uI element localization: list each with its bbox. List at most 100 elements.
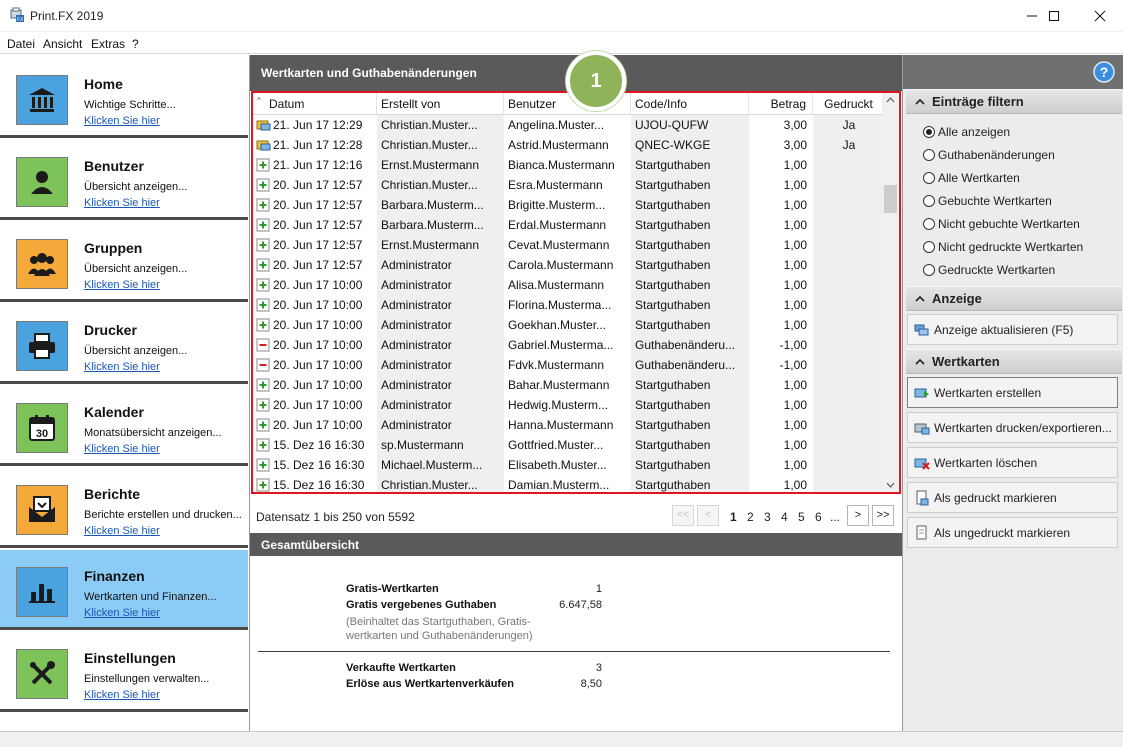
column-header-gedruckt[interactable]: Gedruckt <box>813 93 885 115</box>
table-row[interactable]: 20. Jun 17 12:57 Ernst.Mustermann Cevat.Mu… <box>253 235 885 255</box>
status-bar <box>0 731 1123 747</box>
table-row[interactable]: 20. Jun 17 10:00 Administrator Gabriel.Mus… <box>253 335 885 355</box>
filter-label: Alle Wertkarten <box>938 171 1020 185</box>
nav-link[interactable]: Klicken Sie hier <box>84 197 160 209</box>
scroll-up-icon[interactable] <box>882 93 899 107</box>
mark-printed-button[interactable]: Als gedruckt markieren <box>907 482 1118 513</box>
page-link-6[interactable]: 6 <box>815 510 822 524</box>
page-link-3[interactable]: 3 <box>764 510 771 524</box>
table-row[interactable]: 21. Jun 17 12:16 Ernst.Mustermann Bianca.M… <box>253 155 885 175</box>
menu-help[interactable]: ? <box>132 37 139 51</box>
wertkarten-section-header[interactable]: Wertkarten <box>906 349 1122 374</box>
nav-link[interactable]: Klicken Sie hier <box>84 279 160 291</box>
scrollbar-thumb[interactable] <box>884 185 897 213</box>
page-link-4[interactable]: 4 <box>781 510 788 524</box>
transactions-grid[interactable]: ^ Datum Erstellt von Benutzer Code/Info … <box>251 91 901 494</box>
column-header-datum[interactable]: ^ Datum <box>253 93 377 115</box>
radio-button[interactable] <box>923 264 935 276</box>
nav-link[interactable]: Klicken Sie hier <box>84 115 160 127</box>
column-header-betrag[interactable]: Betrag <box>749 93 813 115</box>
radio-button[interactable] <box>923 126 935 138</box>
vertical-scrollbar[interactable] <box>882 93 899 492</box>
close-button[interactable] <box>1077 0 1123 31</box>
nav-item-einstellungen[interactable]: Einstellungen Einstellungen verwalten... K… <box>0 632 248 712</box>
nav-item-benutzer[interactable]: Benutzer Übersicht anzeigen... Klicken Sie… <box>0 140 248 220</box>
menu-datei[interactable]: Datei <box>7 37 35 51</box>
table-row[interactable]: 20. Jun 17 12:57 Christian.Muster... Esra.… <box>253 175 885 195</box>
nav-link[interactable]: Klicken Sie hier <box>84 361 160 373</box>
table-row[interactable]: 21. Jun 17 12:29 Christian.Muster... Angel… <box>253 115 885 135</box>
table-row[interactable]: 20. Jun 17 10:00 Administrator Hanna.Muste… <box>253 415 885 435</box>
column-label: Erstellt von <box>381 97 441 111</box>
scroll-down-icon[interactable] <box>882 478 899 492</box>
left-navigation: Home Wichtige Schritte... Klicken Sie hier… <box>0 55 250 731</box>
radio-button[interactable] <box>923 241 935 253</box>
nav-item-gruppen[interactable]: Gruppen Übersicht anzeigen... Klicken Sie … <box>0 222 248 302</box>
table-row[interactable]: 21. Jun 17 12:28 Christian.Muster... Astri… <box>253 135 885 155</box>
page-ellipsis[interactable]: ... <box>830 510 840 524</box>
cell-betrag: 1,00 <box>783 458 807 472</box>
radio-button[interactable] <box>923 172 935 184</box>
nav-item-home[interactable]: Home Wichtige Schritte... Klicken Sie hier <box>0 58 248 138</box>
nav-link[interactable]: Klicken Sie hier <box>84 443 160 455</box>
filter-radio-6[interactable]: Nicht gedruckte Wertkarten <box>923 238 1083 256</box>
cell-benutzer: Alisa.Mustermann <box>508 278 605 292</box>
filter-label: Guthabenänderungen <box>938 148 1055 162</box>
table-row[interactable]: 20. Jun 17 10:00 Administrator Alisa.Muste… <box>253 275 885 295</box>
filter-radio-1[interactable]: Alle anzeigen <box>923 123 1010 141</box>
refresh-button[interactable]: Anzeige aktualisieren (F5) <box>907 314 1118 345</box>
table-row[interactable]: 20. Jun 17 10:00 Administrator Goekhan.Mus… <box>253 315 885 335</box>
mark-unprinted-button[interactable]: Als ungedruckt markieren <box>907 517 1118 548</box>
table-row[interactable]: 15. Dez 16 16:30 Christian.Muster... Damia… <box>253 475 885 492</box>
nav-link[interactable]: Klicken Sie hier <box>84 525 160 537</box>
filter-radio-2[interactable]: Guthabenänderungen <box>923 146 1055 164</box>
radio-button[interactable] <box>923 195 935 207</box>
cell-datum: 20. Jun 17 10:00 <box>273 298 363 312</box>
filter-section-header[interactable]: Einträge filtern <box>906 89 1122 114</box>
table-row[interactable]: 15. Dez 16 16:30 sp.Mustermann Gottfried.M… <box>253 435 885 455</box>
table-row[interactable]: 20. Jun 17 10:00 Administrator Hedwig.Must… <box>253 395 885 415</box>
page-link-1[interactable]: 1 <box>730 510 737 524</box>
filter-radio-3[interactable]: Alle Wertkarten <box>923 169 1020 187</box>
radio-button[interactable] <box>923 218 935 230</box>
column-header-erstellt-von[interactable]: Erstellt von <box>377 93 504 115</box>
filter-radio-4[interactable]: Gebuchte Wertkarten <box>923 192 1052 210</box>
cell-gedruckt <box>813 375 885 395</box>
last-page-button[interactable]: >> <box>872 505 894 526</box>
nav-link[interactable]: Klicken Sie hier <box>84 689 160 701</box>
table-row[interactable]: 20. Jun 17 10:00 Administrator Fdvk.Muster… <box>253 355 885 375</box>
refresh-label: Anzeige aktualisieren (F5) <box>934 322 1074 337</box>
filter-radio-7[interactable]: Gedruckte Wertkarten <box>923 261 1055 279</box>
card-add-button[interactable]: Wertkarten erstellen <box>907 377 1118 408</box>
nav-item-drucker[interactable]: Drucker Übersicht anzeigen... Klicken Sie … <box>0 304 248 384</box>
page-link-2[interactable]: 2 <box>747 510 754 524</box>
card-print-button[interactable]: Wertkarten drucken/exportieren... <box>907 412 1118 443</box>
table-row[interactable]: 20. Jun 17 10:00 Administrator Bahar.Muste… <box>253 375 885 395</box>
maximize-button[interactable] <box>1031 0 1077 31</box>
card-delete-button[interactable]: Wertkarten löschen <box>907 447 1118 478</box>
next-page-button[interactable]: > <box>847 505 869 526</box>
menu-ansicht[interactable]: Ansicht <box>43 37 82 51</box>
column-header-code-info[interactable]: Code/Info <box>631 93 749 115</box>
table-row[interactable]: 15. Dez 16 16:30 Michael.Musterm... Elisab… <box>253 455 885 475</box>
nav-item-berichte[interactable]: Berichte Berichte erstellen und drucken..… <box>0 468 248 548</box>
help-icon[interactable]: ? <box>1093 61 1115 83</box>
nav-description: Monatsübersicht anzeigen... <box>84 427 222 439</box>
page-link-5[interactable]: 5 <box>798 510 805 524</box>
nav-item-finanzen[interactable]: Finanzen Wertkarten und Finanzen... Klicke… <box>0 550 248 630</box>
table-row[interactable]: 20. Jun 17 12:57 Barbara.Musterm... Erdal.… <box>253 215 885 235</box>
anzeige-section-header[interactable]: Anzeige <box>906 286 1122 311</box>
radio-button[interactable] <box>923 149 935 161</box>
menu-extras[interactable]: Extras <box>91 37 125 51</box>
first-page-button[interactable]: << <box>672 505 694 526</box>
cell-von: Ernst.Mustermann <box>377 235 504 255</box>
nav-item-kalender[interactable]: 30 Kalender Monatsübersicht anzeigen... Kli… <box>0 386 248 466</box>
cell-betrag: 1,00 <box>783 478 807 492</box>
filter-radio-5[interactable]: Nicht gebuchte Wertkarten <box>923 215 1080 233</box>
prev-page-button[interactable]: < <box>697 505 719 526</box>
table-row[interactable]: 20. Jun 17 12:57 Barbara.Musterm... Brigit… <box>253 195 885 215</box>
table-row[interactable]: 20. Jun 17 10:00 Administrator Florina.Mus… <box>253 295 885 315</box>
nav-link[interactable]: Klicken Sie hier <box>84 607 160 619</box>
table-row[interactable]: 20. Jun 17 12:57 Administrator Carola.Must… <box>253 255 885 275</box>
cell-datum: 21. Jun 17 12:28 <box>273 138 363 152</box>
